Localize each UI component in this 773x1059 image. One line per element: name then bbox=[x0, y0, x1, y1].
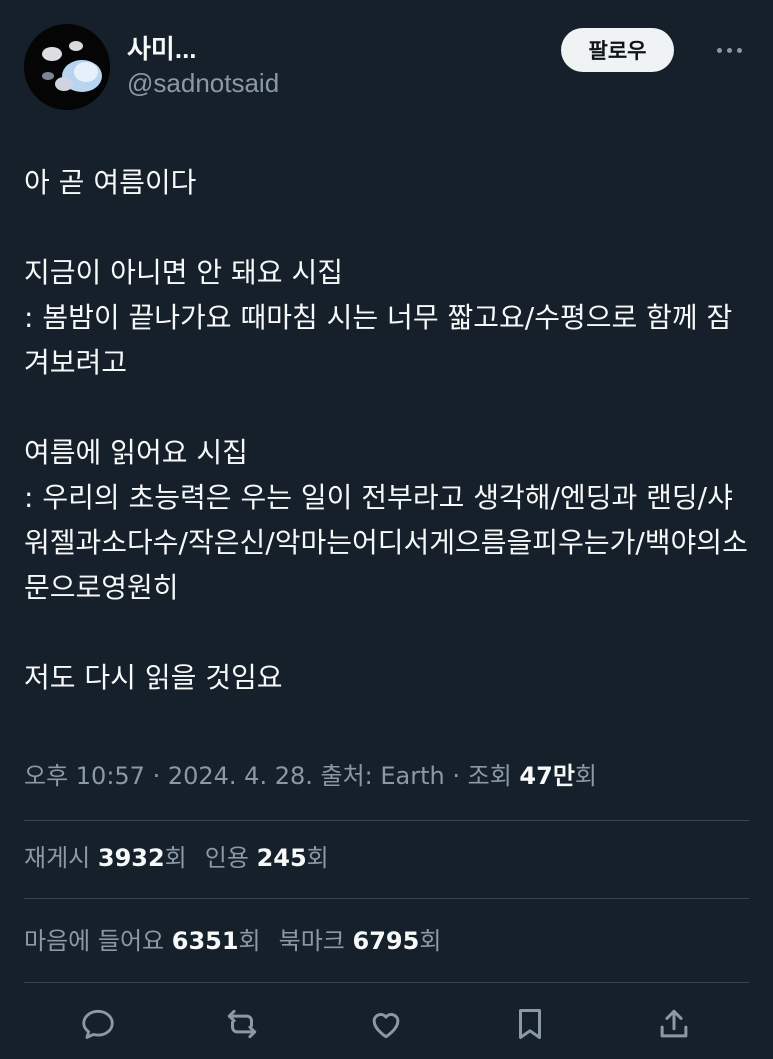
likes-label: 마음에 들어요 bbox=[24, 927, 172, 955]
quotes-suffix: 회 bbox=[306, 844, 329, 872]
retweets-count: 3932 bbox=[97, 844, 165, 872]
tweet-line: 여름에 읽어요 시집 bbox=[24, 436, 248, 469]
bookmarks-suffix: 회 bbox=[419, 927, 442, 955]
user-handle[interactable]: @sadnotsaid bbox=[127, 66, 279, 100]
likes-suffix: 회 bbox=[238, 927, 261, 955]
quotes-stat[interactable]: 인용 245회 bbox=[205, 844, 329, 872]
view-count-suffix: 회 bbox=[574, 762, 597, 790]
tweet-meta: 오후 10:57 · 2024. 4. 28. 출처: Earth · 조회 4… bbox=[24, 756, 597, 796]
stats-row-likes: 마음에 들어요 6351회 북마크 6795회 bbox=[24, 921, 441, 961]
share-icon[interactable] bbox=[654, 1004, 694, 1044]
retweet-icon[interactable] bbox=[222, 1004, 262, 1044]
likes-count: 6351 bbox=[171, 927, 239, 955]
quotes-label: 인용 bbox=[204, 844, 257, 872]
timestamp-source[interactable]: 오후 10:57 · 2024. 4. 28. 출처: Earth · 조회 bbox=[24, 762, 519, 790]
avatar[interactable] bbox=[24, 24, 110, 110]
tweet-text: 아 곧 여름이다 지금이 아니면 안 돼요 시집 : 봄밤이 끝나가요 때마침 … bbox=[24, 160, 754, 700]
bookmarks-stat[interactable]: 북마크 6795회 bbox=[279, 927, 442, 955]
tweet-line: 저도 다시 읽을 것임요 bbox=[24, 661, 283, 694]
reply-icon[interactable] bbox=[78, 1004, 118, 1044]
likes-stat[interactable]: 마음에 들어요 6351회 bbox=[24, 927, 261, 955]
tweet-line: 지금이 아니면 안 돼요 시집 bbox=[24, 256, 343, 289]
quotes-count: 245 bbox=[256, 844, 307, 872]
tweet-line: 아 곧 여름이다 bbox=[24, 166, 197, 199]
retweets-suffix: 회 bbox=[164, 844, 187, 872]
bookmarks-count: 6795 bbox=[352, 927, 420, 955]
tweet-line: : 봄밤이 끝나가요 때마침 시는 너무 짧고요/수평으로 함께 잠겨보려고 bbox=[24, 301, 733, 379]
display-name[interactable]: 사미... bbox=[127, 32, 279, 66]
tweet-line: : 우리의 초능력은 우는 일이 전부라고 생각해/엔딩과 랜딩/샤워젤과소다수… bbox=[24, 481, 748, 604]
more-options-icon[interactable] bbox=[709, 36, 749, 64]
follow-button[interactable]: 팔로우 bbox=[561, 28, 674, 72]
stats-row-reposts: 재게시 3932회 인용 245회 bbox=[24, 838, 329, 878]
name-block: 사미... @sadnotsaid bbox=[127, 32, 279, 100]
like-icon[interactable] bbox=[366, 1004, 406, 1044]
bookmarks-label: 북마크 bbox=[278, 927, 353, 955]
divider bbox=[24, 898, 749, 899]
tweet-header: 사미... @sadnotsaid 팔로우 bbox=[24, 24, 749, 114]
bookmark-icon[interactable] bbox=[510, 1004, 550, 1044]
retweets-label: 재게시 bbox=[24, 844, 98, 872]
action-bar bbox=[0, 1000, 773, 1050]
divider bbox=[24, 982, 749, 983]
retweets-stat[interactable]: 재게시 3932회 bbox=[24, 844, 187, 872]
divider bbox=[24, 820, 749, 821]
view-count: 47만 bbox=[519, 762, 575, 790]
